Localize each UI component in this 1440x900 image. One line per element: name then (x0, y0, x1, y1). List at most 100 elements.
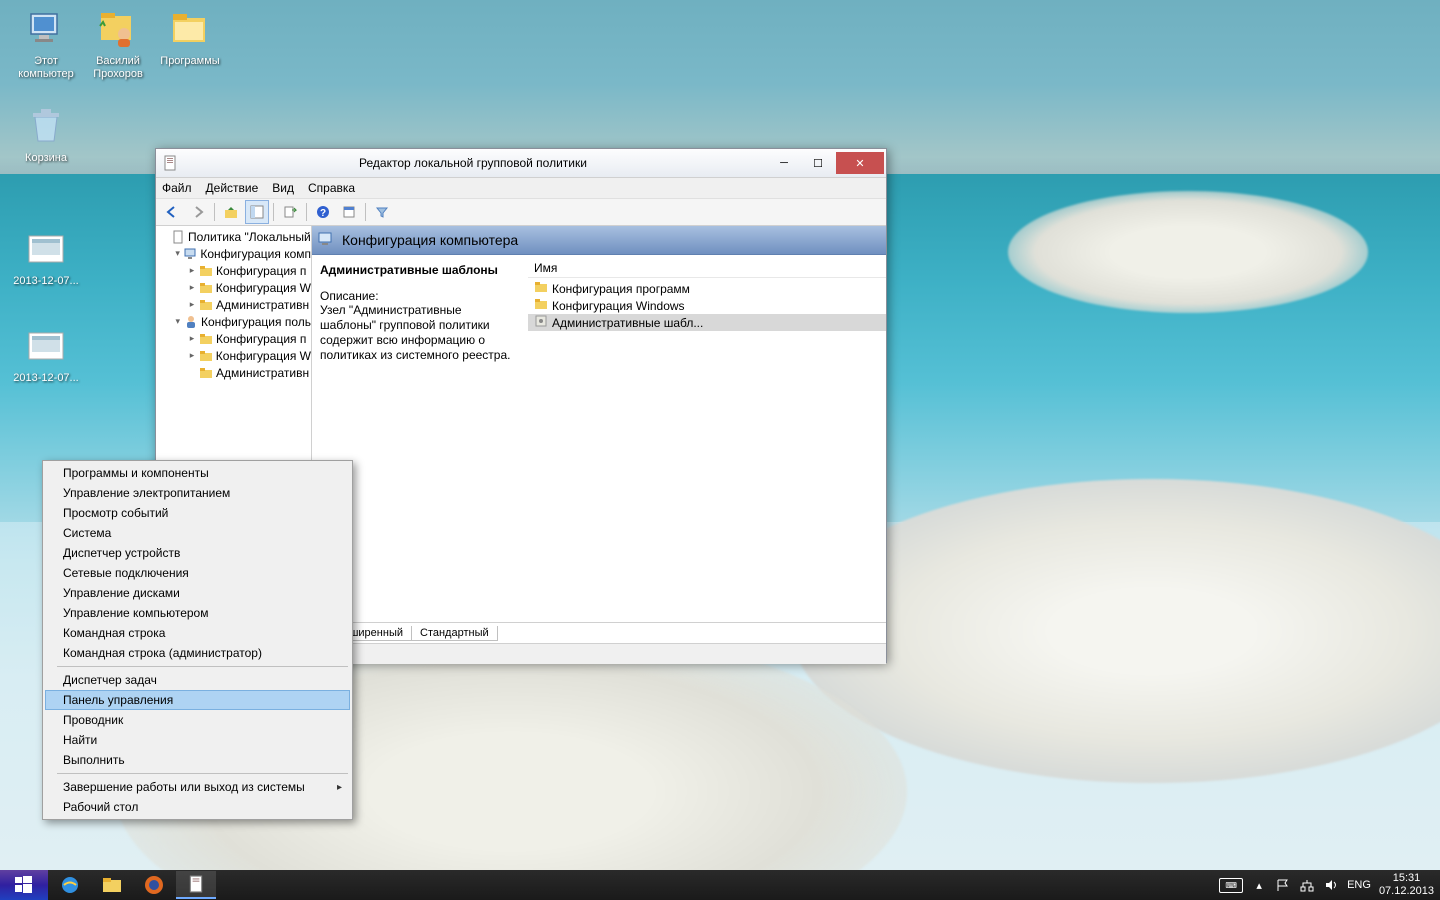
tree-node-label: Политика "Локальный (188, 230, 311, 244)
desktop-icon-folder[interactable]: Программы (152, 5, 228, 68)
start-button[interactable] (0, 870, 48, 900)
menubar: Файл Действие Вид Справка (156, 178, 886, 199)
context-menu-item[interactable]: Рабочий стол (45, 797, 350, 817)
settings-icon (534, 314, 548, 331)
desktop-icon-user[interactable]: ВасилийПрохоров (80, 5, 156, 81)
expand-arrow-icon[interactable]: ▸ (186, 350, 198, 361)
folder-icon (198, 366, 214, 380)
maximize-button[interactable]: ☐ (802, 152, 834, 174)
tree-node[interactable]: ▸ Конфигурация W (156, 279, 311, 296)
desktop: ЭтоткомпьютерВасилийПрохоровПрограммы Кор… (0, 0, 1440, 870)
flag-icon[interactable] (1275, 877, 1291, 893)
column-header-name[interactable]: Имя (528, 259, 886, 278)
taskbar-ie-icon[interactable] (50, 871, 90, 899)
expand-arrow-icon[interactable]: ▸ (186, 299, 198, 310)
nav-forward-button[interactable] (186, 200, 210, 224)
toolbar-separator (306, 203, 307, 221)
recycle-icon (22, 102, 70, 150)
context-menu-item[interactable]: Завершение работы или выход из системы (45, 777, 350, 797)
expand-arrow-icon[interactable]: ▾ (172, 316, 184, 327)
desktop-icon-label: Корзина (25, 152, 67, 165)
desktop-icon-image[interactable]: 2013-12-07... (8, 322, 84, 385)
list-item[interactable]: Конфигурация программ (528, 280, 886, 297)
desktop-icon-recycle[interactable]: Корзина (8, 102, 84, 165)
context-menu-item[interactable]: Управление компьютером (45, 603, 350, 623)
show-tree-button[interactable] (245, 200, 269, 224)
menu-separator (57, 773, 348, 774)
tree-node[interactable]: ▸ Конфигурация п (156, 262, 311, 279)
context-menu-item[interactable]: Управление электропитанием (45, 483, 350, 503)
language-indicator[interactable]: ENG (1347, 879, 1371, 891)
clock-date: 07.12.2013 (1379, 885, 1434, 898)
folder-icon (198, 298, 214, 312)
image-icon (22, 225, 70, 273)
list-item[interactable]: Конфигурация Windows (528, 297, 886, 314)
description-header: Административные шаблоны (320, 263, 520, 277)
list-item[interactable]: Административные шабл... (528, 314, 886, 331)
properties-button[interactable] (337, 200, 361, 224)
filter-button[interactable] (370, 200, 394, 224)
folder-icon (198, 349, 214, 363)
context-menu-item[interactable]: Найти (45, 730, 350, 750)
user-icon (94, 5, 142, 53)
tree-node[interactable]: Административн (156, 364, 311, 381)
tree-node[interactable]: ▸Конфигурация п (156, 330, 311, 347)
folder-icon (198, 264, 214, 278)
close-button[interactable]: ✕ (836, 152, 884, 174)
expand-arrow-icon[interactable]: ▾ (172, 248, 183, 259)
volume-icon[interactable] (1323, 877, 1339, 893)
tree-node[interactable]: ▸ Конфигурация W (156, 347, 311, 364)
doc-icon (170, 230, 186, 244)
clock[interactable]: 15:31 07.12.2013 (1379, 872, 1434, 898)
tree-node[interactable]: Политика "Локальный (156, 228, 311, 245)
network-icon[interactable] (1299, 877, 1315, 893)
context-menu-item[interactable]: Диспетчер задач (45, 670, 350, 690)
folder-icon (534, 280, 548, 297)
nav-back-button[interactable] (160, 200, 184, 224)
context-menu-item[interactable]: Командная строка (45, 623, 350, 643)
export-button[interactable] (278, 200, 302, 224)
expand-arrow-icon[interactable]: ▸ (186, 265, 198, 276)
context-menu-item[interactable]: Панель управления (45, 690, 350, 710)
context-menu-item[interactable]: Сетевые подключения (45, 563, 350, 583)
context-menu-item[interactable]: Выполнить (45, 750, 350, 770)
view-tab[interactable]: Стандартный (411, 626, 498, 641)
folder-icon (166, 5, 214, 53)
up-folder-button[interactable] (219, 200, 243, 224)
tree-node-label: Конфигурация W (216, 281, 311, 295)
window-icon (162, 155, 178, 171)
minimize-button[interactable]: ─ (768, 152, 800, 174)
keyboard-icon[interactable]: ⌨ (1219, 878, 1243, 893)
clock-time: 15:31 (1379, 872, 1434, 885)
context-menu-item[interactable]: Управление дисками (45, 583, 350, 603)
taskbar-firefox-icon[interactable] (134, 871, 174, 899)
context-menu-item[interactable]: Программы и компоненты (45, 463, 350, 483)
tree-node-label: Административн (216, 298, 309, 312)
list-item-label: Конфигурация программ (552, 282, 690, 296)
folder-icon (198, 332, 214, 346)
help-button[interactable]: ? (311, 200, 335, 224)
menu-действие[interactable]: Действие (206, 181, 259, 195)
desktop-icon-computer[interactable]: Этоткомпьютер (8, 5, 84, 81)
context-menu-item[interactable]: Командная строка (администратор) (45, 643, 350, 663)
show-hidden-icon[interactable]: ▴ (1251, 877, 1267, 893)
tree-node[interactable]: ▾Конфигурация комп (156, 245, 311, 262)
tree-node[interactable]: ▾Конфигурация поль (156, 313, 311, 330)
menu-справка[interactable]: Справка (308, 181, 355, 195)
list-item-label: Административные шабл... (552, 316, 703, 330)
tree-node-label: Конфигурация W (216, 349, 311, 363)
tree-node-label: Конфигурация п (216, 264, 306, 278)
tree-node[interactable]: ▸ Административн (156, 296, 311, 313)
expand-arrow-icon[interactable]: ▸ (186, 282, 198, 293)
taskbar-gpedit-icon[interactable] (176, 871, 216, 899)
taskbar-explorer-icon[interactable] (92, 871, 132, 899)
titlebar[interactable]: Редактор локальной групповой политики ─ … (156, 149, 886, 178)
context-menu-item[interactable]: Система (45, 523, 350, 543)
expand-arrow-icon[interactable]: ▸ (186, 333, 198, 344)
desktop-icon-image[interactable]: 2013-12-07... (8, 225, 84, 288)
menu-вид[interactable]: Вид (272, 181, 294, 195)
context-menu-item[interactable]: Диспетчер устройств (45, 543, 350, 563)
context-menu-item[interactable]: Просмотр событий (45, 503, 350, 523)
context-menu-item[interactable]: Проводник (45, 710, 350, 730)
menu-файл[interactable]: Файл (162, 181, 192, 195)
